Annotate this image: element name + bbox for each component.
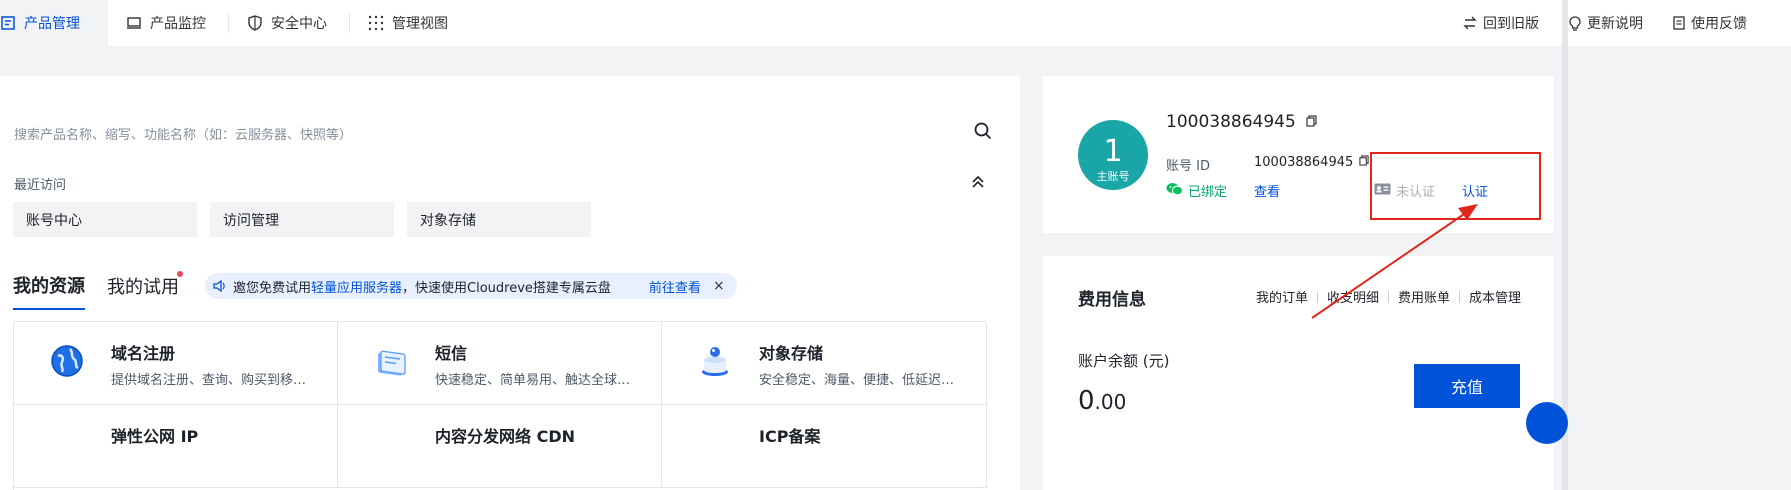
wechat-bound-status: 已绑定: [1166, 181, 1227, 200]
icp-icon: [698, 427, 732, 461]
cdn-icon: [374, 427, 408, 461]
storage-icon: [698, 344, 732, 378]
speaker-icon: [213, 280, 227, 292]
recent-visits-list: 账号中心 访问管理 对象存储: [13, 202, 591, 237]
product-title: 弹性公网 IP: [111, 427, 199, 446]
search-icon[interactable]: [974, 122, 992, 144]
promo-prefix: 邀您免费试用: [233, 280, 312, 296]
close-icon[interactable]: ×: [713, 278, 725, 294]
recent-item-access-management[interactable]: 访问管理: [210, 202, 394, 237]
view-link[interactable]: 查看: [1254, 181, 1280, 200]
product-search[interactable]: 搜索产品名称、缩写、功能名称（如：云服务器、快照等）: [14, 122, 992, 144]
feedback-button[interactable]: 使用反馈: [1673, 13, 1747, 33]
wechat-icon: [1166, 182, 1183, 200]
fee-info-title: 费用信息: [1078, 290, 1146, 310]
product-desc: 提供域名注册、查询、购买到移…: [111, 373, 307, 388]
shield-icon: [247, 15, 263, 31]
recent-item-account-center[interactable]: 账号中心: [13, 202, 197, 237]
recent-visits-label: 最近访问: [14, 178, 67, 193]
tab-my-trials-label: 我的试用: [107, 277, 179, 298]
copy-icon[interactable]: [1359, 155, 1369, 170]
monitor-icon: [126, 15, 142, 31]
sms-icon: [374, 344, 408, 378]
my-orders-link[interactable]: 我的订单: [1256, 287, 1308, 306]
account-id-value: 100038864945: [1254, 155, 1369, 170]
product-grid: 域名注册 提供域名注册、查询、购买到移… 短信 快速稳定、简单易用、触达全球… …: [13, 321, 987, 490]
notification-dot: [177, 271, 183, 277]
product-title: 域名注册: [111, 344, 176, 363]
eip-icon: [50, 427, 84, 461]
product-title: 对象存储: [759, 344, 824, 363]
avatar-number: 1: [1103, 134, 1123, 169]
balance-dec: .00: [1094, 390, 1127, 414]
product-title: 短信: [435, 344, 468, 363]
top-right-actions: 回到旧版 更新说明 使用反馈: [1433, 0, 1791, 46]
top-nav: 产品管理 产品监控 安全中心 管理视图 回到旧版 更新说明 使用反馈: [0, 0, 1791, 46]
chevron-up-icon[interactable]: [972, 174, 984, 193]
back-to-old-button[interactable]: 回到旧版: [1463, 13, 1539, 33]
resource-tabs: 我的资源 我的试用 邀您免费试用 轻量应用服务器 ，快速使用Cloudreve搭…: [13, 271, 737, 310]
divider: [1317, 290, 1319, 303]
avatar: 1 主账号: [1078, 120, 1148, 190]
account-id-label: 账号 ID: [1166, 159, 1210, 174]
promo-suffix: ，快速使用Cloudreve搭建专属云盘: [402, 280, 611, 296]
back-to-old-label: 回到旧版: [1483, 16, 1539, 32]
switch-icon: [1463, 16, 1477, 30]
resource-panel: 搜索产品名称、缩写、功能名称（如：云服务器、快照等） 最近访问 账号中心 访问管…: [0, 76, 1020, 490]
grid-icon: [368, 15, 384, 31]
tab-security-center[interactable]: 安全中心: [229, 0, 349, 46]
product-desc: 安全稳定、海量、便捷、低延迟…: [759, 373, 955, 388]
avatar-role: 主账号: [1096, 170, 1130, 183]
feedback-icon: [1673, 16, 1685, 30]
product-title: ICP备案: [759, 427, 821, 446]
fee-info-card: 费用信息 我的订单 收支明细 费用账单 成本管理 账户余额 (元) 0.00 充…: [1043, 256, 1554, 490]
product-card-object-storage[interactable]: 对象存储 安全稳定、海量、便捷、低延迟…: [662, 322, 987, 405]
tab-label: 安全中心: [271, 16, 327, 32]
tab-my-trials[interactable]: 我的试用: [107, 271, 183, 309]
product-manage-icon: [0, 15, 16, 31]
transactions-link[interactable]: 收支明细: [1327, 287, 1379, 306]
annotation-highlight-box: [1370, 152, 1541, 220]
copy-icon[interactable]: [1306, 112, 1317, 132]
tab-label: 产品管理: [24, 16, 80, 32]
product-card-icp[interactable]: ICP备案: [662, 405, 987, 488]
tab-label: 管理视图: [392, 16, 448, 32]
tab-manage-view[interactable]: 管理视图: [350, 0, 470, 46]
tab-product-monitor[interactable]: 产品监控: [108, 0, 228, 46]
tab-product-manage[interactable]: 产品管理: [0, 0, 108, 46]
product-title: 内容分发网络 CDN: [435, 427, 575, 446]
bills-link[interactable]: 费用账单: [1398, 287, 1450, 306]
promo-view-link[interactable]: 前往查看: [649, 277, 701, 296]
product-desc: 快速稳定、简单易用、触达全球…: [435, 373, 631, 388]
tab-label: 产品监控: [150, 16, 206, 32]
balance-label: 账户余额 (元): [1078, 352, 1170, 370]
divider: [1459, 290, 1461, 303]
release-notes-button[interactable]: 更新说明: [1569, 13, 1643, 33]
divider: [1388, 290, 1390, 303]
product-card-domain[interactable]: 域名注册 提供域名注册、查询、购买到移…: [14, 322, 338, 405]
promo-highlight-link[interactable]: 轻量应用服务器: [311, 277, 402, 296]
account-id-text: 100038864945: [1254, 155, 1354, 170]
account-name-text: 100038864945: [1166, 112, 1296, 132]
globe-icon: [50, 344, 84, 378]
product-card-cdn[interactable]: 内容分发网络 CDN: [338, 405, 662, 488]
wechat-bound-label: 已绑定: [1188, 185, 1228, 200]
recharge-button[interactable]: 充值: [1414, 364, 1520, 408]
product-card-sms[interactable]: 短信 快速稳定、简单易用、触达全球…: [338, 322, 662, 405]
account-name: 100038864945: [1166, 112, 1317, 132]
feedback-label: 使用反馈: [1691, 16, 1747, 32]
cost-management-link[interactable]: 成本管理: [1469, 287, 1521, 306]
bulb-icon: [1569, 15, 1581, 31]
release-notes-label: 更新说明: [1587, 16, 1643, 32]
search-input[interactable]: 搜索产品名称、缩写、功能名称（如：云服务器、快照等）: [14, 124, 352, 143]
tab-my-resources[interactable]: 我的资源: [13, 272, 85, 310]
trial-promo-banner: 邀您免费试用 轻量应用服务器 ，快速使用Cloudreve搭建专属云盘 前往查看…: [205, 273, 737, 299]
balance-value: 0.00: [1078, 386, 1126, 416]
recent-item-object-storage[interactable]: 对象存储: [407, 202, 591, 237]
product-card-eip[interactable]: 弹性公网 IP: [14, 405, 338, 488]
balance-int: 0: [1078, 386, 1095, 416]
help-float-icon[interactable]: [1526, 402, 1568, 444]
fee-links: 我的订单 收支明细 费用账单 成本管理: [1256, 287, 1521, 306]
